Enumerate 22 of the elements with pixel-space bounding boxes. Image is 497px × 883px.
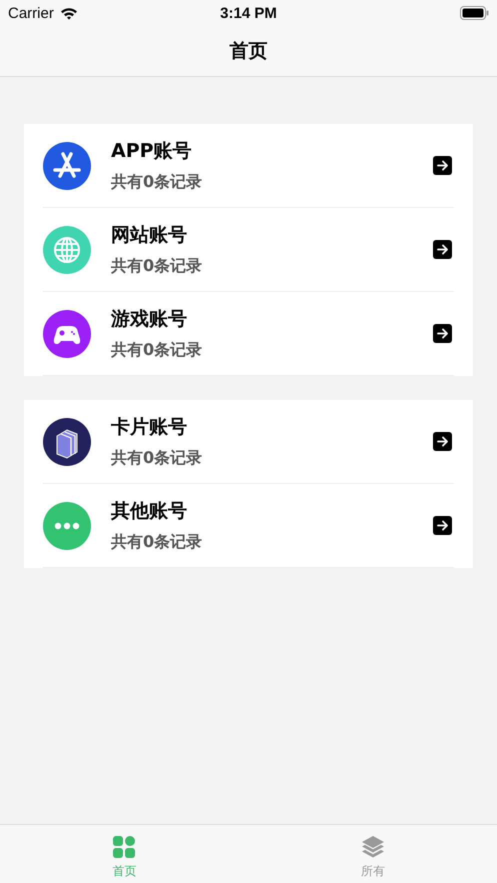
account-title: 游戏账号 bbox=[111, 307, 188, 332]
account-row[interactable]: 卡片账号 共有0条记录 bbox=[43, 400, 454, 484]
battery-icon bbox=[460, 6, 489, 20]
grid-icon bbox=[112, 835, 136, 859]
record-count: 共有0条记录 bbox=[111, 340, 204, 361]
status-time: 3:14 PM bbox=[220, 4, 277, 22]
account-row[interactable]: 其他账号 共有0条记录 bbox=[43, 484, 454, 568]
account-row[interactable]: APP账号 共有0条记录 bbox=[43, 124, 454, 208]
record-count: 共有0条记录 bbox=[111, 172, 204, 193]
record-count: 共有0条记录 bbox=[111, 532, 204, 553]
account-title: 卡片账号 bbox=[111, 415, 188, 440]
account-title: 网站账号 bbox=[111, 223, 188, 248]
carrier-name: Carrier bbox=[8, 4, 54, 22]
wifi-icon bbox=[60, 6, 78, 20]
account-row[interactable]: 游戏账号 共有0条记录 bbox=[43, 292, 454, 376]
account-title: 其他账号 bbox=[111, 499, 188, 524]
page-title: 首页 bbox=[230, 39, 268, 64]
record-count: 共有0条记录 bbox=[111, 256, 204, 277]
account-title: APP账号 bbox=[111, 139, 193, 164]
layers-icon bbox=[360, 835, 385, 859]
record-count: 共有0条记录 bbox=[111, 448, 204, 469]
account-row[interactable]: 网站账号 共有0条记录 bbox=[43, 208, 454, 292]
